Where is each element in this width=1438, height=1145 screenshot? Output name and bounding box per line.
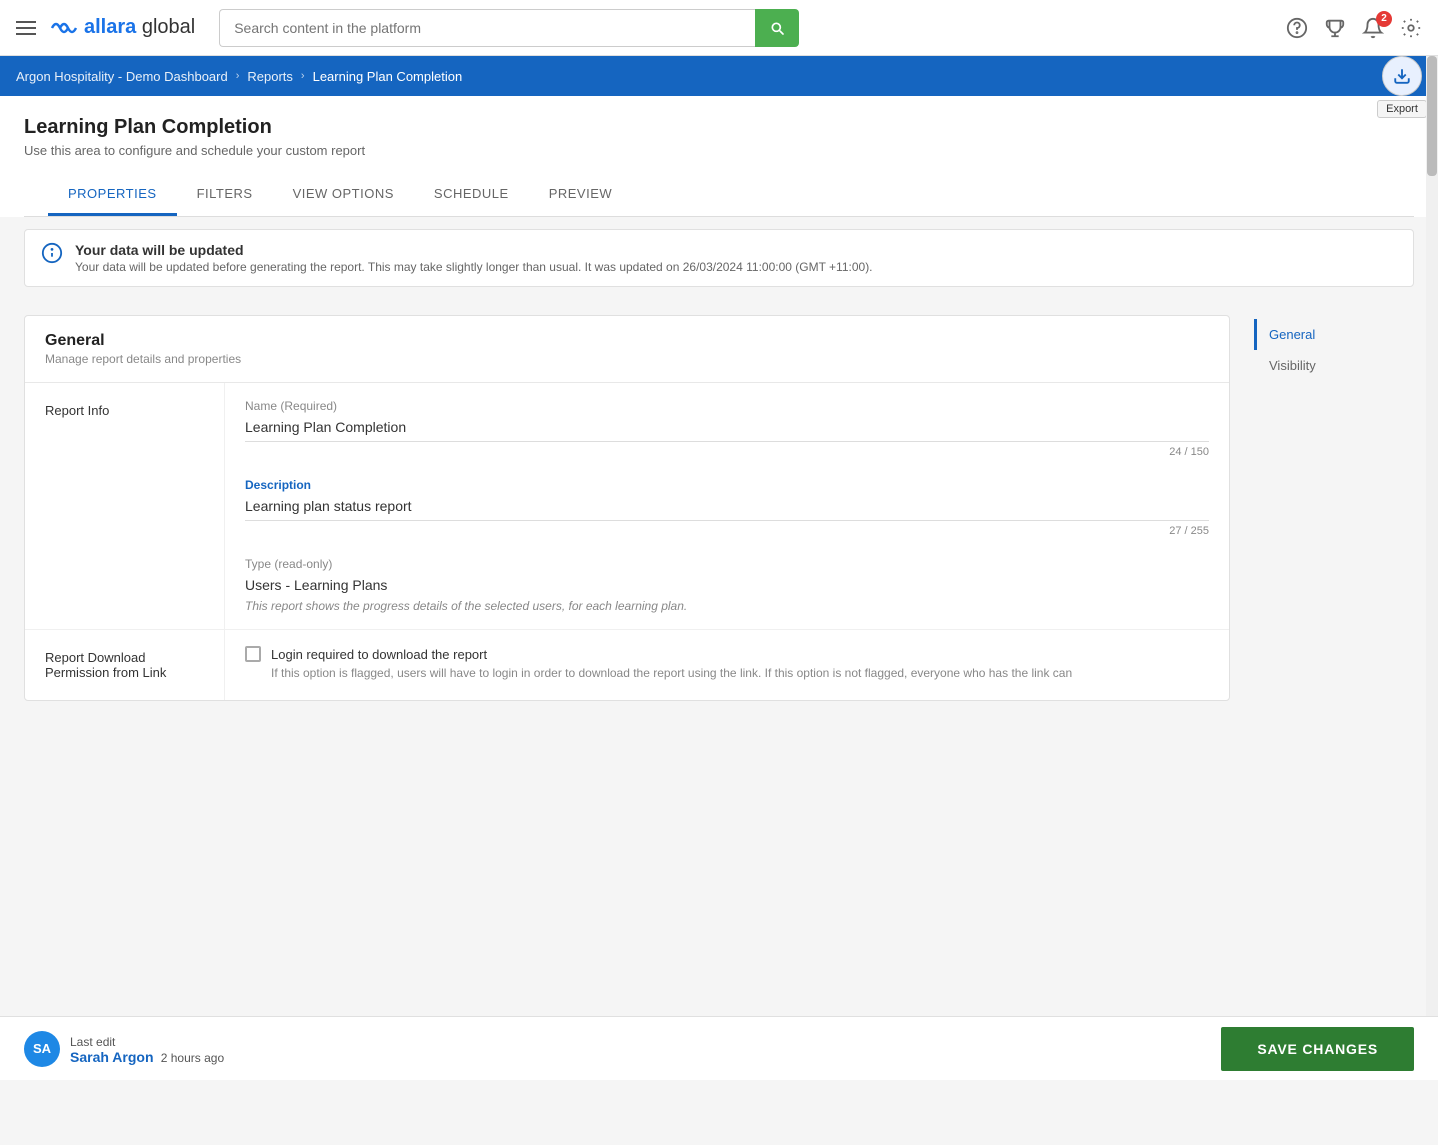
last-edit: SA Last edit Sarah Argon 2 hours ago bbox=[24, 1031, 224, 1067]
name-label: Name (Required) bbox=[245, 399, 1209, 413]
avatar: SA bbox=[24, 1031, 60, 1067]
search-container bbox=[219, 9, 799, 47]
breadcrumb-sep-1: › bbox=[236, 70, 240, 82]
tab-schedule[interactable]: SCHEDULE bbox=[414, 174, 529, 216]
last-edit-time: 2 hours ago bbox=[157, 1051, 224, 1065]
checkbox-text: Login required to download the report bbox=[271, 647, 487, 662]
breadcrumb-reports[interactable]: Reports bbox=[247, 69, 293, 84]
row-label-download: Report Download Permission from Link bbox=[25, 630, 225, 700]
type-desc: This report shows the progress details o… bbox=[245, 599, 1209, 613]
section-desc: Manage report details and properties bbox=[45, 352, 1209, 366]
breadcrumb-sep-2: › bbox=[301, 70, 305, 82]
info-title: Your data will be updated bbox=[75, 242, 873, 258]
sidebar-nav-general[interactable]: General bbox=[1254, 319, 1414, 350]
name-field: Name (Required) Learning Plan Completion… bbox=[245, 399, 1209, 458]
desc-char-count: 27 / 255 bbox=[245, 525, 1209, 537]
search-button[interactable] bbox=[755, 9, 799, 47]
desc-label: Description bbox=[245, 478, 1209, 492]
general-section: General Manage report details and proper… bbox=[24, 315, 1230, 701]
last-edit-name: Sarah Argon bbox=[70, 1049, 154, 1065]
save-changes-button[interactable]: SAVE CHANGES bbox=[1221, 1027, 1414, 1071]
tab-properties[interactable]: PROPERTIES bbox=[48, 174, 177, 216]
section-header: General Manage report details and proper… bbox=[25, 316, 1229, 383]
scrollbar[interactable] bbox=[1426, 56, 1438, 1080]
logo: allara global bbox=[48, 16, 195, 40]
hamburger-menu[interactable] bbox=[16, 21, 36, 35]
desc-value[interactable]: Learning plan status report bbox=[245, 498, 1209, 521]
download-permission-row: Report Download Permission from Link Log… bbox=[25, 630, 1229, 700]
info-banner: Your data will be updated Your data will… bbox=[24, 229, 1414, 287]
info-message: Your data will be updated before generat… bbox=[75, 260, 873, 274]
bottom-bar: SA Last edit Sarah Argon 2 hours ago SAV… bbox=[0, 1016, 1438, 1080]
last-edit-info: Last edit Sarah Argon 2 hours ago bbox=[70, 1033, 224, 1065]
type-value: Users - Learning Plans bbox=[245, 577, 1209, 593]
tab-view-options[interactable]: VIEW OPTIONS bbox=[273, 174, 414, 216]
search-input[interactable] bbox=[219, 9, 755, 47]
export-container: Export bbox=[1382, 56, 1422, 96]
type-label: Type (read-only) bbox=[245, 557, 1209, 571]
checkbox-input[interactable] bbox=[245, 646, 261, 662]
checkbox-login-required[interactable]: Login required to download the report bbox=[245, 646, 1209, 662]
page-title: Learning Plan Completion bbox=[24, 116, 1414, 139]
tabs: PROPERTIES FILTERS VIEW OPTIONS SCHEDULE… bbox=[24, 174, 1414, 217]
name-value[interactable]: Learning Plan Completion bbox=[245, 419, 1209, 442]
top-navbar: allara global 2 bbox=[0, 0, 1438, 56]
last-edit-label: Last edit bbox=[70, 1035, 115, 1049]
description-field: Description Learning plan status report … bbox=[245, 478, 1209, 537]
settings-icon[interactable] bbox=[1400, 17, 1422, 39]
row-label-report-info: Report Info bbox=[25, 383, 225, 629]
row-content-download: Login required to download the report If… bbox=[225, 630, 1229, 700]
nav-icons: 2 bbox=[1286, 17, 1422, 39]
checkbox-row: Login required to download the report If… bbox=[245, 646, 1209, 680]
notification-badge: 2 bbox=[1376, 11, 1392, 27]
tab-preview[interactable]: PREVIEW bbox=[529, 174, 632, 216]
info-text: Your data will be updated Your data will… bbox=[75, 242, 873, 274]
checkbox-desc: If this option is flagged, users will ha… bbox=[271, 666, 1209, 680]
page-header: Learning Plan Completion Use this area t… bbox=[0, 96, 1438, 217]
breadcrumb-bar: Argon Hospitality - Demo Dashboard › Rep… bbox=[0, 56, 1438, 96]
help-icon[interactable] bbox=[1286, 17, 1308, 39]
section-title: General bbox=[45, 332, 1209, 350]
report-info-row: Report Info Name (Required) Learning Pla… bbox=[25, 383, 1229, 630]
page-subtitle: Use this area to configure and schedule … bbox=[24, 143, 1414, 158]
name-char-count: 24 / 150 bbox=[245, 446, 1209, 458]
info-circle-icon bbox=[41, 242, 63, 270]
scrollbar-thumb[interactable] bbox=[1427, 56, 1437, 176]
export-button[interactable] bbox=[1382, 56, 1422, 96]
left-panel: General Manage report details and proper… bbox=[24, 315, 1230, 1129]
row-content-report-info: Name (Required) Learning Plan Completion… bbox=[225, 383, 1229, 629]
type-field: Type (read-only) Users - Learning Plans … bbox=[245, 557, 1209, 613]
tab-filters[interactable]: FILTERS bbox=[177, 174, 273, 216]
breadcrumb-current: Learning Plan Completion bbox=[313, 69, 463, 84]
trophy-icon[interactable] bbox=[1324, 17, 1346, 39]
sidebar-nav-visibility[interactable]: Visibility bbox=[1254, 350, 1414, 381]
right-sidebar: General Visibility bbox=[1254, 315, 1414, 1129]
notifications-icon[interactable]: 2 bbox=[1362, 17, 1384, 39]
breadcrumb-home[interactable]: Argon Hospitality - Demo Dashboard bbox=[16, 69, 228, 84]
export-label: Export bbox=[1377, 100, 1427, 118]
